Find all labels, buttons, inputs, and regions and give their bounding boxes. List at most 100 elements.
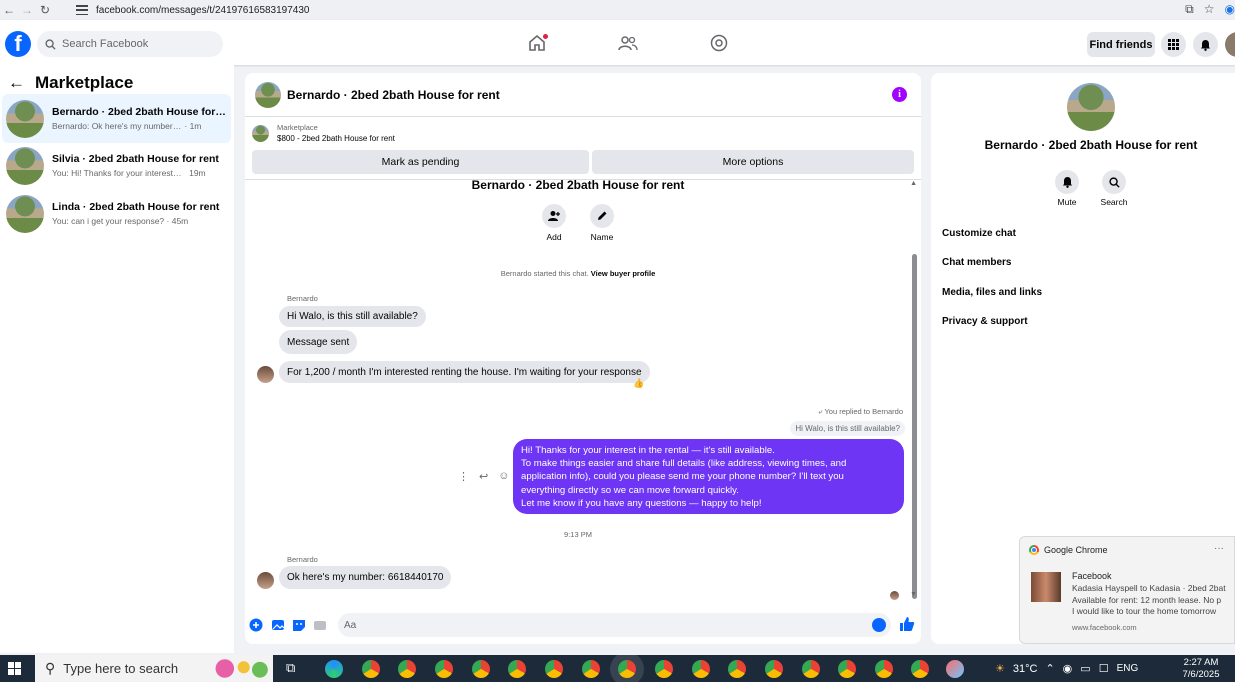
snipping-tool-icon[interactable]	[946, 660, 964, 678]
friends-nav-icon[interactable]	[617, 33, 639, 53]
privacy-support-section[interactable]: Privacy & support⌄	[942, 316, 1235, 327]
url-text: facebook.com/messages/t/2419761658319743…	[96, 4, 310, 16]
customize-chat-section[interactable]: Customize chat⌄	[942, 228, 1235, 239]
conversation-preview: You: Hi! Thanks for your interest in t..…	[52, 168, 182, 178]
mute-bell-icon[interactable]	[1055, 170, 1079, 194]
chrome-taskbar-icon[interactable]	[728, 660, 746, 678]
install-app-icon[interactable]: ⧉	[1185, 2, 1194, 17]
conversation-list-panel: ← Marketplace Bernardo · 2bed 2bath Hous…	[0, 65, 234, 653]
chrome-taskbar-icon[interactable]	[398, 660, 416, 678]
chrome-notification[interactable]: Google Chrome ··· Facebook Kadasia Haysp…	[1019, 536, 1235, 644]
like-thumb-icon[interactable]	[899, 616, 915, 632]
gaming-nav-icon[interactable]	[708, 33, 730, 53]
chrome-taskbar-icon[interactable]	[911, 660, 929, 678]
forward-icon[interactable]: →	[18, 1, 36, 19]
reload-icon[interactable]: ↻	[36, 1, 54, 19]
info-icon[interactable]: i	[892, 87, 907, 102]
chrome-taskbar-icon[interactable]	[655, 660, 673, 678]
find-friends-button[interactable]: Find friends	[1087, 32, 1155, 57]
message-actions: ⋮ ↩ ☺	[458, 470, 509, 483]
network-icon[interactable]: ☐	[1099, 662, 1109, 675]
back-arrow-icon[interactable]: ←	[8, 73, 25, 93]
chrome-taskbar-icon[interactable]	[582, 660, 600, 678]
temperature[interactable]: 31°C	[1013, 663, 1038, 675]
message-line: Let me know if you have any questions — …	[521, 497, 762, 509]
scroll-down-icon[interactable]: ▼	[910, 591, 917, 598]
gif-icon[interactable]	[313, 618, 327, 632]
reply-icon[interactable]: ↩	[479, 470, 488, 483]
chrome-taskbar-icon[interactable]	[435, 660, 453, 678]
sender-avatar[interactable]	[257, 366, 274, 383]
chrome-taskbar-icon[interactable]	[508, 660, 526, 678]
message-thread[interactable]: Bernardo · 2bed 2bath House for rent Add…	[245, 179, 921, 606]
add-attachment-icon[interactable]	[249, 618, 263, 632]
chrome-taskbar-icon[interactable]	[362, 660, 380, 678]
facebook-logo-icon[interactable]: f	[5, 31, 31, 57]
sender-avatar[interactable]	[257, 572, 274, 589]
scrollbar[interactable]	[912, 254, 917, 599]
sticker-icon[interactable]	[292, 618, 306, 632]
chrome-taskbar-icon[interactable]	[618, 660, 636, 678]
incoming-message[interactable]: For 1,200 / month I'm interested renting…	[279, 361, 650, 383]
show-hidden-icons-icon[interactable]: ⌃	[1045, 662, 1054, 675]
chrome-taskbar-icon[interactable]	[545, 660, 563, 678]
add-person-icon[interactable]	[542, 204, 566, 228]
chrome-taskbar-icon[interactable]	[692, 660, 710, 678]
media-files-section[interactable]: Media, files and links⌄	[942, 287, 1235, 298]
react-emoji-icon[interactable]: ☺	[498, 470, 509, 483]
conversation-item[interactable]: Bernardo · 2bed 2bath House for r... Ber…	[2, 94, 231, 143]
incoming-message[interactable]: Ok here's my number: 6618440170	[279, 566, 452, 589]
outgoing-message[interactable]: Hi! Thanks for your interest in the rent…	[513, 439, 904, 514]
chrome-taskbar-icon[interactable]	[765, 660, 783, 678]
chrome-taskbar-icon[interactable]	[802, 660, 820, 678]
chat-avatar[interactable]	[255, 81, 281, 108]
view-buyer-profile-link[interactable]: View buyer profile	[591, 269, 655, 278]
chat-info-avatar[interactable]	[1067, 83, 1115, 131]
scroll-up-icon[interactable]: ▲	[910, 180, 917, 187]
menu-grid-icon[interactable]	[1161, 32, 1186, 57]
notifications-bell-icon[interactable]	[1193, 32, 1218, 57]
chrome-taskbar-icon[interactable]	[472, 660, 490, 678]
message-input[interactable]	[338, 613, 891, 637]
more-options-icon[interactable]: ···	[1214, 543, 1224, 554]
profile-icon[interactable]: ◉	[1225, 2, 1235, 17]
mark-pending-button[interactable]: Mark as pending	[252, 150, 589, 174]
account-avatar[interactable]	[1225, 32, 1235, 57]
site-settings-icon[interactable]	[76, 5, 88, 15]
thumbs-up-reaction[interactable]: 👍	[633, 378, 644, 389]
add-label: Add	[546, 232, 562, 242]
more-options-button[interactable]: More options	[592, 150, 914, 174]
edge-icon[interactable]	[325, 660, 343, 678]
weather-icon[interactable]: ☀	[995, 662, 1005, 675]
chat-title[interactable]: Bernardo · 2bed 2bath House for rent	[287, 88, 500, 102]
camera-icon[interactable]: ▭	[1080, 662, 1090, 675]
language-indicator[interactable]: ENG	[1117, 663, 1139, 674]
listing-summary[interactable]: Marketplace $800 - 2bed 2bath House for …	[252, 123, 395, 143]
home-nav-icon[interactable]	[526, 33, 548, 53]
chrome-taskbar-icon[interactable]	[838, 660, 856, 678]
conversation-name: Linda · 2bed 2bath House for rent	[52, 201, 220, 213]
task-view-icon[interactable]: ⧉	[286, 660, 295, 676]
bookmark-star-icon[interactable]: ☆	[1204, 2, 1215, 17]
search-input[interactable]	[62, 38, 212, 50]
incoming-message[interactable]: Message sent	[279, 330, 358, 354]
conversation-item[interactable]: Silvia · 2bed 2bath House for rent You: …	[2, 141, 231, 190]
facebook-search[interactable]	[37, 31, 223, 57]
chat-members-section[interactable]: Chat members⌄	[942, 257, 1235, 268]
address-bar[interactable]: facebook.com/messages/t/2419761658319743…	[76, 1, 1166, 19]
chrome-taskbar-icon[interactable]	[875, 660, 893, 678]
windows-start-icon[interactable]	[8, 662, 21, 675]
back-icon[interactable]: ←	[0, 1, 18, 19]
incoming-message[interactable]: Hi Walo, is this still available?	[279, 306, 426, 327]
quoted-message[interactable]: Hi Walo, is this still available?	[790, 421, 905, 436]
taskbar-search-input[interactable]	[63, 661, 204, 676]
emoji-icon[interactable]	[872, 618, 886, 632]
conversation-item[interactable]: Linda · 2bed 2bath House for rent You: c…	[2, 189, 231, 238]
tray-app-icon[interactable]: ◉	[1063, 662, 1073, 675]
search-icon[interactable]	[1102, 170, 1126, 194]
message-timestamp: 9:13 PM	[564, 530, 592, 539]
more-actions-icon[interactable]: ⋮	[458, 470, 469, 483]
photo-icon[interactable]	[271, 618, 285, 632]
edit-name-icon[interactable]	[590, 204, 614, 228]
system-clock[interactable]: 2:27 AM 7/6/2025	[1176, 657, 1226, 681]
